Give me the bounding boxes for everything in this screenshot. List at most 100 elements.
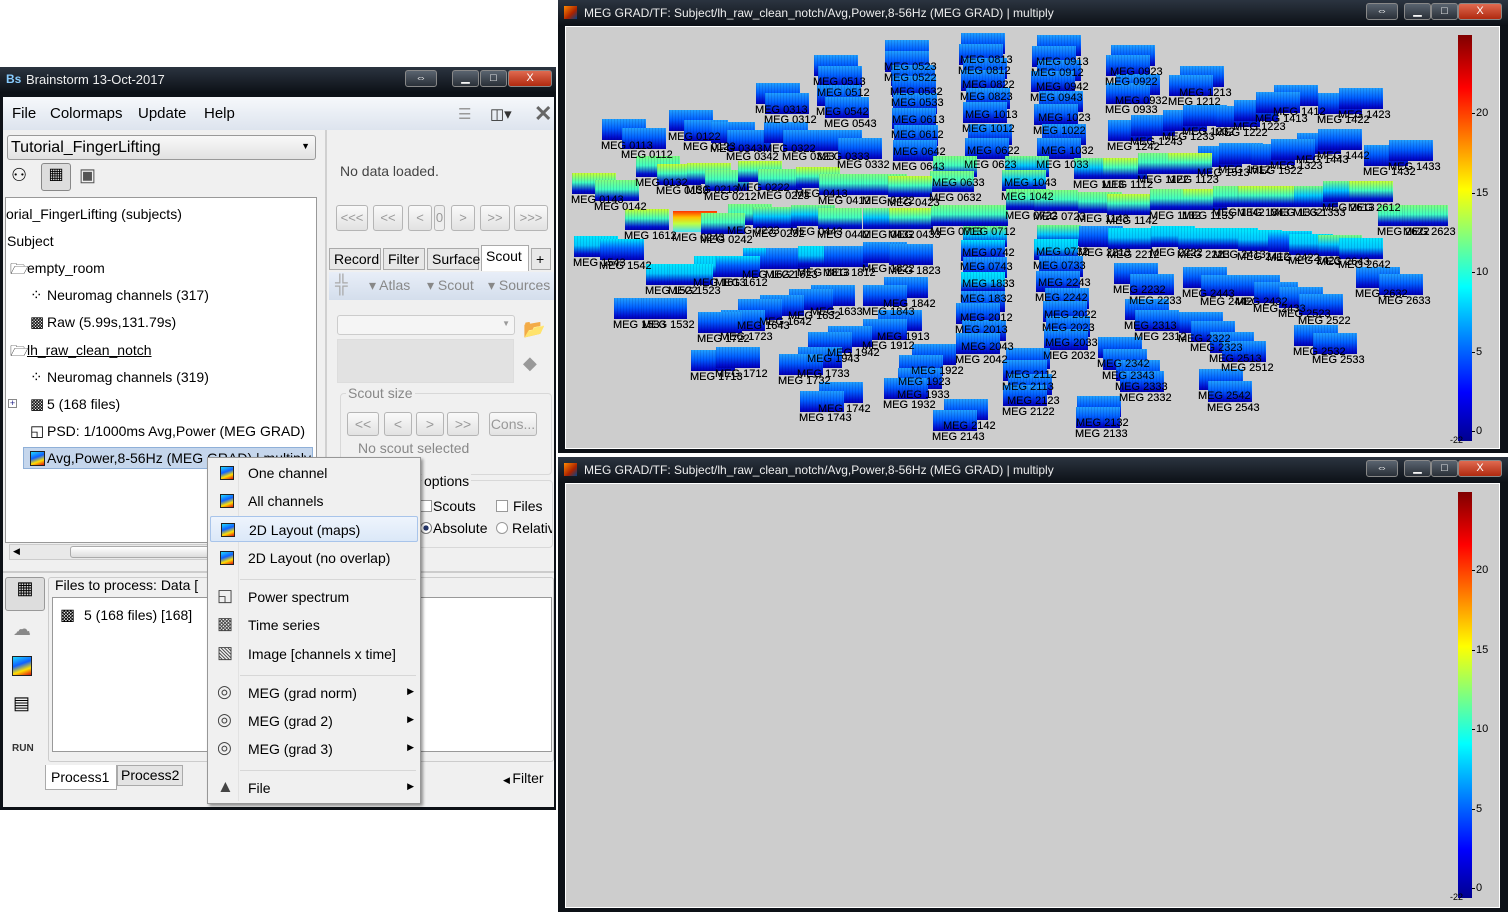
relative-radio[interactable] — [496, 522, 508, 534]
menu-item-2d-layout-no-overlap[interactable]: 2D Layout (no overlap) — [210, 545, 418, 571]
resize-icon[interactable]: ⇔ — [1366, 3, 1398, 20]
tab-add[interactable]: + — [531, 248, 551, 270]
minimize-button[interactable]: ▁ — [1404, 460, 1431, 477]
colorbar[interactable] — [1458, 35, 1472, 441]
nav-button[interactable]: >> — [480, 205, 510, 231]
tab-record[interactable]: Record — [329, 248, 381, 270]
tab-process1[interactable]: Process1 — [45, 765, 117, 790]
nav-button[interactable]: <<< — [336, 205, 368, 231]
tree-item[interactable]: PSD: 1/1000ms Avg,Power (MEG GRAD) — [47, 423, 305, 439]
tab-surface[interactable]: Surface — [427, 248, 480, 270]
tree-item[interactable]: orial_FingerLifting (subjects) — [6, 206, 182, 222]
minimize-button[interactable]: ▁ — [452, 70, 479, 87]
menu-item-one-channel[interactable]: One channel — [210, 460, 418, 486]
sensor-tf-map[interactable] — [1349, 181, 1393, 202]
scout-options-icon[interactable]: ◆ — [523, 353, 537, 374]
tree-item[interactable]: lh_raw_clean_notch — [27, 342, 152, 358]
filter-button[interactable]: ◀ Filter — [503, 770, 544, 786]
run-button[interactable]: RUN — [12, 743, 34, 754]
menu-update[interactable]: Update — [138, 105, 186, 122]
menu-file[interactable]: File — [12, 105, 36, 122]
folder-open-icon[interactable]: 📂 — [523, 319, 545, 340]
maximize-button[interactable]: □ — [1431, 3, 1458, 20]
sensor-tf-map[interactable] — [1108, 228, 1152, 249]
menu-item-image-channels-x-time[interactable]: ▧ Image [channels x time] — [210, 641, 418, 667]
study-view-icon[interactable]: ▣ — [79, 165, 96, 186]
title-bar[interactable]: MEG GRAD/TF: Subject/lh_raw_clean_notch/… — [558, 457, 1508, 483]
menu-colormaps[interactable]: Colormaps — [50, 105, 123, 122]
tree-item[interactable]: 5 (168 files) — [47, 396, 120, 412]
scout-size-button[interactable]: << — [347, 412, 379, 436]
title-bar[interactable]: MEG GRAD/TF: Subject/lh_raw_clean_notch/… — [558, 0, 1508, 26]
subject-view-button[interactable]: ▦ — [41, 163, 71, 191]
title-bar[interactable]: Bs Brainstorm 13-Oct-2017 ⇔ ▁ □ X — [0, 67, 556, 93]
menu-item-meg-grad-2[interactable]: ◎ MEG (grad 2) ▶ — [210, 708, 418, 734]
scout-size-button[interactable]: > — [416, 412, 444, 436]
tab-scout[interactable]: Scout — [481, 245, 529, 271]
tab-filter[interactable]: Filter — [383, 248, 425, 270]
sensor-tf-map[interactable] — [698, 312, 742, 333]
resize-icon[interactable]: ⇔ — [405, 70, 437, 87]
maximize-button[interactable]: □ — [480, 70, 507, 87]
nav-button[interactable]: < — [408, 205, 432, 231]
close-button[interactable]: X — [1458, 460, 1502, 477]
scout-list[interactable] — [337, 339, 514, 383]
add-scout-icon[interactable]: ╬ — [335, 274, 348, 295]
sources-menu[interactable]: ▾ Sources — [488, 277, 550, 294]
minimize-button[interactable]: ▁ — [1404, 3, 1431, 20]
protocol-select[interactable]: Tutorial_FingerLifting ▼ — [7, 135, 316, 160]
process-timefreq-icon[interactable] — [12, 656, 32, 676]
menu-item-meg-grad-norm[interactable]: ◎ MEG (grad norm) ▶ — [210, 680, 418, 706]
tree-item[interactable]: empty_room — [27, 260, 105, 276]
topography-2d-layout[interactable]: MEG 0513MEG 0512MEG 0542MEG 0543MEG 0313… — [565, 33, 1500, 908]
nav-button[interactable]: >>> — [514, 205, 548, 231]
scout-size-button[interactable]: >> — [447, 412, 479, 436]
maximize-button[interactable]: □ — [1431, 460, 1458, 477]
sensor-tf-map[interactable] — [1339, 88, 1383, 109]
sensor-tf-map[interactable] — [1107, 194, 1151, 215]
menu-help[interactable]: Help — [204, 105, 235, 122]
close-button[interactable]: X — [508, 70, 552, 87]
menu-item-2d-layout-maps[interactable]: 2D Layout (maps) — [210, 516, 418, 542]
tree-item[interactable]: Raw (5.99s,131.79s) — [47, 314, 176, 330]
sensor-tf-map[interactable] — [964, 205, 1008, 226]
menu-item-meg-grad-3[interactable]: ◎ MEG (grad 3) ▶ — [210, 736, 418, 762]
menu-item-time-series[interactable]: ▩ Time series — [210, 612, 418, 638]
menu-item-power-spectrum[interactable]: ◱ Power spectrum — [210, 584, 418, 610]
absolute-radio[interactable] — [420, 522, 432, 534]
expand-icon[interactable]: + — [8, 399, 17, 408]
tree-item[interactable]: Subject — [7, 233, 54, 249]
colorbar[interactable] — [1458, 492, 1472, 898]
list-view-icon[interactable]: ☰ — [458, 105, 471, 123]
process-sources-icon[interactable]: ☁ — [13, 619, 31, 640]
tree-item[interactable]: Neuromag channels (319) — [47, 369, 209, 385]
sensor-tf-map[interactable] — [1389, 140, 1433, 161]
scroll-left-icon[interactable]: ◀ — [13, 546, 20, 557]
nav-button[interactable]: > — [451, 205, 475, 231]
sensor-tf-map[interactable] — [716, 347, 760, 368]
sensor-tf-map[interactable] — [888, 176, 932, 197]
sensor-tf-map[interactable] — [1404, 205, 1448, 226]
menu-item-file[interactable]: ▲ File ▶ — [210, 775, 418, 801]
functional-view-icon[interactable]: ⚇ — [11, 165, 27, 186]
process-data-button[interactable]: ▦ — [5, 577, 45, 611]
time-index-field[interactable]: 0 — [434, 205, 445, 231]
scout-size-button[interactable]: < — [384, 412, 412, 436]
process-matrix-icon[interactable]: ▤ — [13, 693, 30, 714]
sensor-tf-map[interactable] — [889, 244, 933, 265]
sensor-tf-map[interactable] — [1318, 129, 1362, 150]
resize-icon[interactable]: ⇔ — [1366, 460, 1398, 477]
files-checkbox[interactable] — [496, 500, 508, 512]
layout-icon[interactable]: ◫▾ — [490, 105, 512, 123]
scout-size-button[interactable]: Cons... — [489, 412, 537, 436]
sensor-tf-map[interactable] — [643, 298, 687, 319]
scout-menu[interactable]: ▾ Scout — [427, 277, 474, 294]
files-list-item[interactable]: 5 (168 files) [168] — [84, 607, 192, 623]
menu-item-all-channels[interactable]: All channels — [210, 488, 418, 514]
close-panel-icon[interactable]: ✕ — [534, 101, 552, 127]
atlas-menu[interactable]: ▾ Atlas — [369, 277, 410, 294]
scouts-checkbox[interactable] — [420, 500, 432, 512]
tab-process2[interactable]: Process2 — [117, 765, 183, 786]
sensor-tf-map[interactable] — [889, 208, 933, 229]
tree-item[interactable]: Neuromag channels (317) — [47, 287, 209, 303]
